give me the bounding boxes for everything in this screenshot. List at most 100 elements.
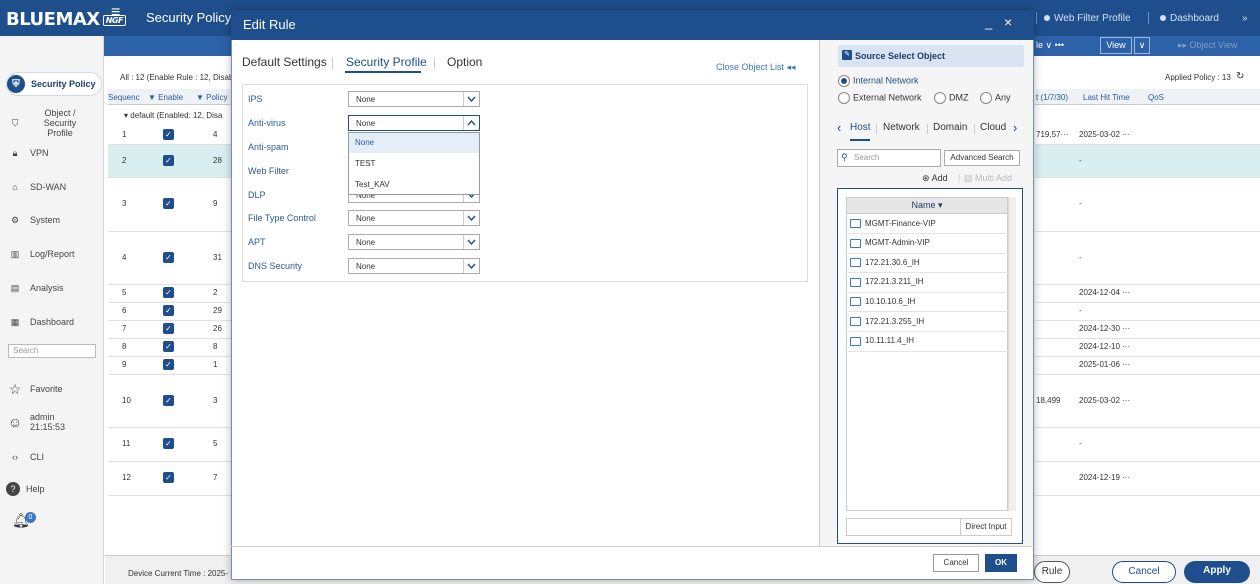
sidebar-item-help[interactable]: ? Help — [6, 482, 102, 496]
file-type-control-select[interactable]: None — [348, 210, 480, 226]
computer-icon — [850, 277, 861, 287]
help-icon: ? — [6, 482, 20, 496]
chevron-right-icon[interactable]: › — [1013, 120, 1017, 135]
apt-select[interactable]: None — [348, 234, 480, 250]
tab-option[interactable]: Option — [447, 55, 482, 69]
enable-checkbox[interactable]: ✓ — [163, 251, 174, 263]
sidebar-item-log-report[interactable]: ▥ Log/Report — [6, 245, 102, 263]
row-sequence: 3 — [122, 199, 127, 208]
dlp-label: DLP — [248, 190, 266, 200]
cancel-button[interactable]: Cancel — [933, 554, 979, 572]
object-view-button[interactable]: ▸▸ Object View — [1178, 40, 1237, 51]
tab-security-profile[interactable]: Security Profile — [346, 55, 427, 69]
sidebar-item-security-policy[interactable]: ⛨ Security Policy — [6, 72, 102, 96]
radio-dmz[interactable]: DMZ — [934, 92, 969, 104]
close-object-list-link[interactable]: Close Object List ◂◂ — [716, 62, 796, 73]
radio-internal-network[interactable]: Internal Network — [838, 75, 919, 87]
dropdown-option-none[interactable]: None — [349, 133, 479, 153]
enable-checkbox[interactable]: ✓ — [163, 305, 174, 316]
col-enable[interactable]: ▼ Enable — [148, 93, 183, 102]
list-header-name[interactable]: Name ▾ — [846, 197, 1008, 214]
row-sequence: 11 — [122, 439, 131, 448]
enable-checkbox[interactable]: ✓ — [163, 394, 174, 406]
sidebar-item-vpn[interactable]: 🔒︎ VPN — [6, 144, 102, 162]
enable-checkbox[interactable]: ✓ — [163, 155, 174, 166]
enable-checkbox[interactable]: ✓ — [163, 287, 174, 298]
computer-icon — [850, 258, 861, 268]
enable-checkbox[interactable]: ✓ — [163, 341, 174, 352]
tabs-scroll-right-icon[interactable]: » — [1242, 13, 1248, 24]
menu-icon[interactable]: ≡ — [111, 4, 120, 22]
admin-info[interactable]: ☺ admin 21:15:53 — [6, 412, 102, 432]
radio-external-network[interactable]: External Network — [838, 92, 922, 104]
sidebar-item-analysis[interactable]: ▤ Analysis — [6, 279, 102, 297]
col-last-hit[interactable]: Last Hit Time — [1083, 93, 1130, 102]
sidebar-search-input[interactable]: Search — [8, 344, 96, 358]
sidebar-item-favorite[interactable]: ☆ Favorite — [6, 380, 102, 398]
col-sequence[interactable]: Sequenc — [108, 93, 140, 102]
row-last-hit: 2024-12-10 ··· — [1079, 342, 1131, 351]
enable-checkbox[interactable]: ✓ — [163, 438, 174, 449]
tab-separator — [1036, 12, 1037, 24]
view-all-button[interactable]: View All — [1100, 37, 1132, 65]
list-item[interactable]: MGMT-Admin-VIP — [846, 234, 1008, 254]
dropdown-option-test-kav[interactable]: Test_KAV — [349, 175, 479, 195]
row-last-hit: 2025-01-06 ··· — [1079, 360, 1131, 369]
enable-checkbox[interactable]: ✓ — [163, 472, 174, 483]
dropdown-option-test[interactable]: TEST — [349, 154, 479, 174]
add-object-button[interactable]: ⊕ Add — [922, 173, 948, 184]
enable-checkbox[interactable]: ✓ — [163, 359, 174, 370]
col-policy[interactable]: ▼ Policy — [196, 93, 227, 102]
apply-button[interactable]: Apply — [1184, 561, 1250, 583]
refresh-icon[interactable]: ↻ — [1236, 71, 1244, 82]
dns-security-select[interactable]: None — [348, 258, 480, 274]
sidebar-item-cli[interactable]: ‹› CLI — [6, 448, 102, 466]
row-sequence: 5 — [122, 288, 127, 297]
list-item[interactable]: 10.11.11.4_IH — [846, 332, 1008, 352]
enable-checkbox[interactable]: ✓ — [163, 198, 174, 209]
ok-button[interactable]: OK — [985, 554, 1017, 572]
col-qos[interactable]: QoS — [1148, 93, 1164, 102]
radio-any[interactable]: Any — [980, 92, 1011, 104]
list-item[interactable]: 172.21.30.6_IH — [846, 253, 1008, 274]
object-panel-title: Source Select Object — [855, 51, 946, 61]
more-menu[interactable]: le ∨ ••• — [1036, 40, 1064, 51]
list-item[interactable]: 10.10.10.6_IH — [846, 292, 1008, 313]
minimize-icon[interactable]: _ — [985, 15, 992, 30]
sidebar-item-dashboard[interactable]: ▦ Dashboard — [6, 313, 102, 331]
tab-default-settings[interactable]: Default Settings — [242, 55, 327, 69]
direct-input-button[interactable]: Direct Input — [960, 519, 1011, 535]
ips-select[interactable]: None — [348, 91, 480, 107]
multi-add-button[interactable]: ▤ Multi Add — [964, 173, 1012, 184]
tab-dashboard[interactable]: Dashboard — [1160, 13, 1219, 24]
enable-checkbox[interactable]: ✓ — [163, 323, 174, 334]
selected-row-highlight-right — [1035, 145, 1260, 177]
cancel-button-bg[interactable]: Cancel — [1112, 561, 1176, 583]
list-item[interactable]: 172.21.3.211_IH — [846, 273, 1008, 293]
list-scrollbar[interactable] — [1008, 197, 1016, 511]
anti-virus-select[interactable]: None — [348, 115, 480, 131]
chevron-left-icon[interactable]: ‹ — [837, 120, 841, 135]
anti-virus-dropdown-list: None TEST Test_KAV — [348, 132, 480, 195]
sidebar-item-object-security-profile[interactable]: ⛉ Object / Security Profile — [6, 108, 102, 138]
add-rule-button[interactable]: Rule — [1034, 561, 1070, 583]
object-search-input[interactable]: Search — [837, 149, 941, 167]
row-divider — [108, 374, 233, 375]
row-last-hit: - — [1079, 199, 1082, 208]
subtab-domain[interactable]: Domain — [933, 122, 967, 133]
check-icon: ✓ — [163, 341, 174, 352]
advanced-search-button[interactable]: Advanced Search — [944, 150, 1020, 166]
subtab-network[interactable]: Network — [883, 122, 920, 133]
sidebar-item-system[interactable]: ⚙ System — [6, 211, 102, 229]
tab-web-filter-profile[interactable]: Web Filter Profile — [1044, 13, 1131, 24]
list-item[interactable]: MGMT-Finance-VIP — [846, 214, 1008, 234]
group-row[interactable]: ▾ default (Enabled: 12, Disa — [124, 111, 222, 120]
subtab-cloud[interactable]: Cloud — [980, 122, 1006, 133]
list-item[interactable]: 172.21.3.255_IH — [846, 312, 1008, 332]
view-all-dropdown[interactable]: ∨ — [1134, 37, 1150, 54]
col-hit[interactable]: t (1/7/30) — [1036, 93, 1068, 102]
close-icon[interactable]: × — [1004, 14, 1012, 30]
sidebar-item-sd-wan[interactable]: ⌂ SD-WAN — [6, 178, 102, 196]
subtab-host[interactable]: Host — [850, 122, 871, 133]
enable-checkbox[interactable]: ✓ — [163, 129, 174, 140]
